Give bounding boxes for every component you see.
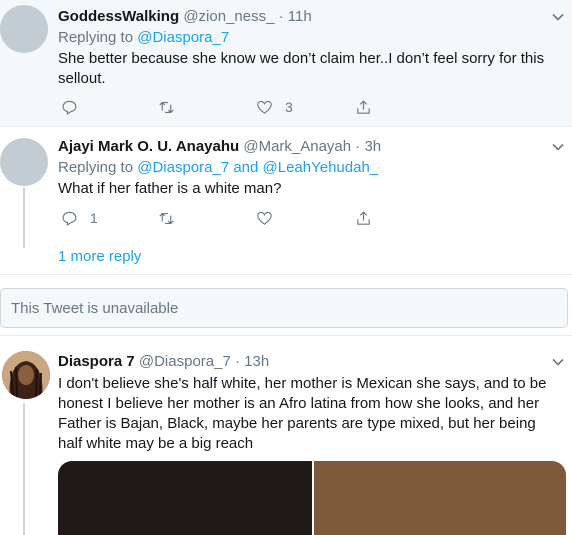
tweet-text: What if her father is a white man? [58, 180, 282, 197]
tweet-header: Ajayi Mark O. U. Anayahu @Mark_Anayah · … [58, 138, 381, 155]
display-name[interactable]: Ajayi Mark O. U. Anayahu [58, 138, 239, 155]
chevron-down-icon[interactable] [552, 11, 564, 23]
thread-line [23, 188, 25, 240]
replying-to: Replying to @Diaspora_7 and @LeahYehudah… [58, 159, 379, 176]
thread-line [23, 403, 25, 535]
heart-icon [257, 211, 272, 225]
mention-link[interactable]: @Diaspora_7 and @LeahYehudah_ [137, 159, 378, 176]
tweet-time[interactable]: · 3h [355, 138, 381, 155]
tweet-media[interactable] [58, 461, 566, 535]
avatar-image [2, 351, 50, 399]
like-count: 3 [285, 99, 293, 115]
thread-line [23, 236, 25, 248]
tweet-actions: 3 [58, 97, 388, 117]
reply-button[interactable] [61, 97, 78, 117]
like-button[interactable]: 3 [256, 97, 293, 117]
avatar[interactable] [2, 351, 50, 399]
tweet-time[interactable]: · 13h [235, 353, 269, 370]
display-name[interactable]: Diaspora 7 [58, 353, 135, 370]
chevron-down-icon[interactable] [552, 141, 564, 153]
more-replies-link[interactable]: 1 more reply [58, 248, 141, 265]
share-icon [357, 210, 370, 225]
reply-icon [62, 211, 77, 226]
replying-to: Replying to @Diaspora_7 [58, 29, 230, 46]
tweet-ajayi-mark[interactable]: Ajayi Mark O. U. Anayahu @Mark_Anayah · … [0, 128, 572, 240]
media-image[interactable] [314, 461, 566, 535]
tweet-text: She better because she know we don’t cla… [58, 50, 545, 87]
tweet-diaspora7[interactable]: Diaspora 7 @Diaspora_7 · 13h I don't bel… [0, 337, 572, 535]
unavailable-text: This Tweet is unavailable [11, 300, 179, 317]
heart-icon [257, 100, 272, 114]
unavailable-tweet: This Tweet is unavailable [0, 288, 568, 328]
reply-icon [62, 100, 77, 115]
retweet-icon [159, 101, 174, 113]
tweet-header: GoddessWalking @zion_ness_ · 11h [58, 8, 312, 25]
chevron-down-icon[interactable] [552, 356, 564, 368]
avatar[interactable] [0, 5, 48, 53]
tweet-text: I don't believe she's half white, her mo… [58, 375, 547, 452]
unavailable-tweet-row: This Tweet is unavailable [0, 276, 572, 336]
media-image[interactable] [58, 461, 312, 535]
user-handle[interactable]: @Mark_Anayah [243, 138, 351, 155]
retweet-button[interactable] [158, 97, 175, 117]
retweet-icon [159, 212, 174, 224]
more-replies-row: 1 more reply [0, 236, 572, 275]
user-handle[interactable]: @zion_ness_ [183, 8, 274, 25]
tweet-header: Diaspora 7 @Diaspora_7 · 13h [58, 353, 269, 370]
share-button[interactable] [355, 97, 372, 117]
reply-count: 1 [90, 210, 98, 226]
avatar[interactable] [0, 138, 48, 186]
mention-link[interactable]: @Diaspora_7 [137, 29, 229, 46]
like-button[interactable] [256, 208, 273, 228]
share-button[interactable] [355, 208, 372, 228]
tweet-goddesswalking[interactable]: GoddessWalking @zion_ness_ · 11h Replyin… [0, 0, 572, 127]
reply-button[interactable]: 1 [61, 208, 98, 228]
tweet-time[interactable]: · 11h [279, 8, 312, 25]
user-handle[interactable]: @Diaspora_7 [139, 353, 231, 370]
share-icon [357, 99, 370, 114]
display-name[interactable]: GoddessWalking [58, 8, 179, 25]
retweet-button[interactable] [158, 208, 175, 228]
tweet-actions: 1 [58, 208, 388, 228]
